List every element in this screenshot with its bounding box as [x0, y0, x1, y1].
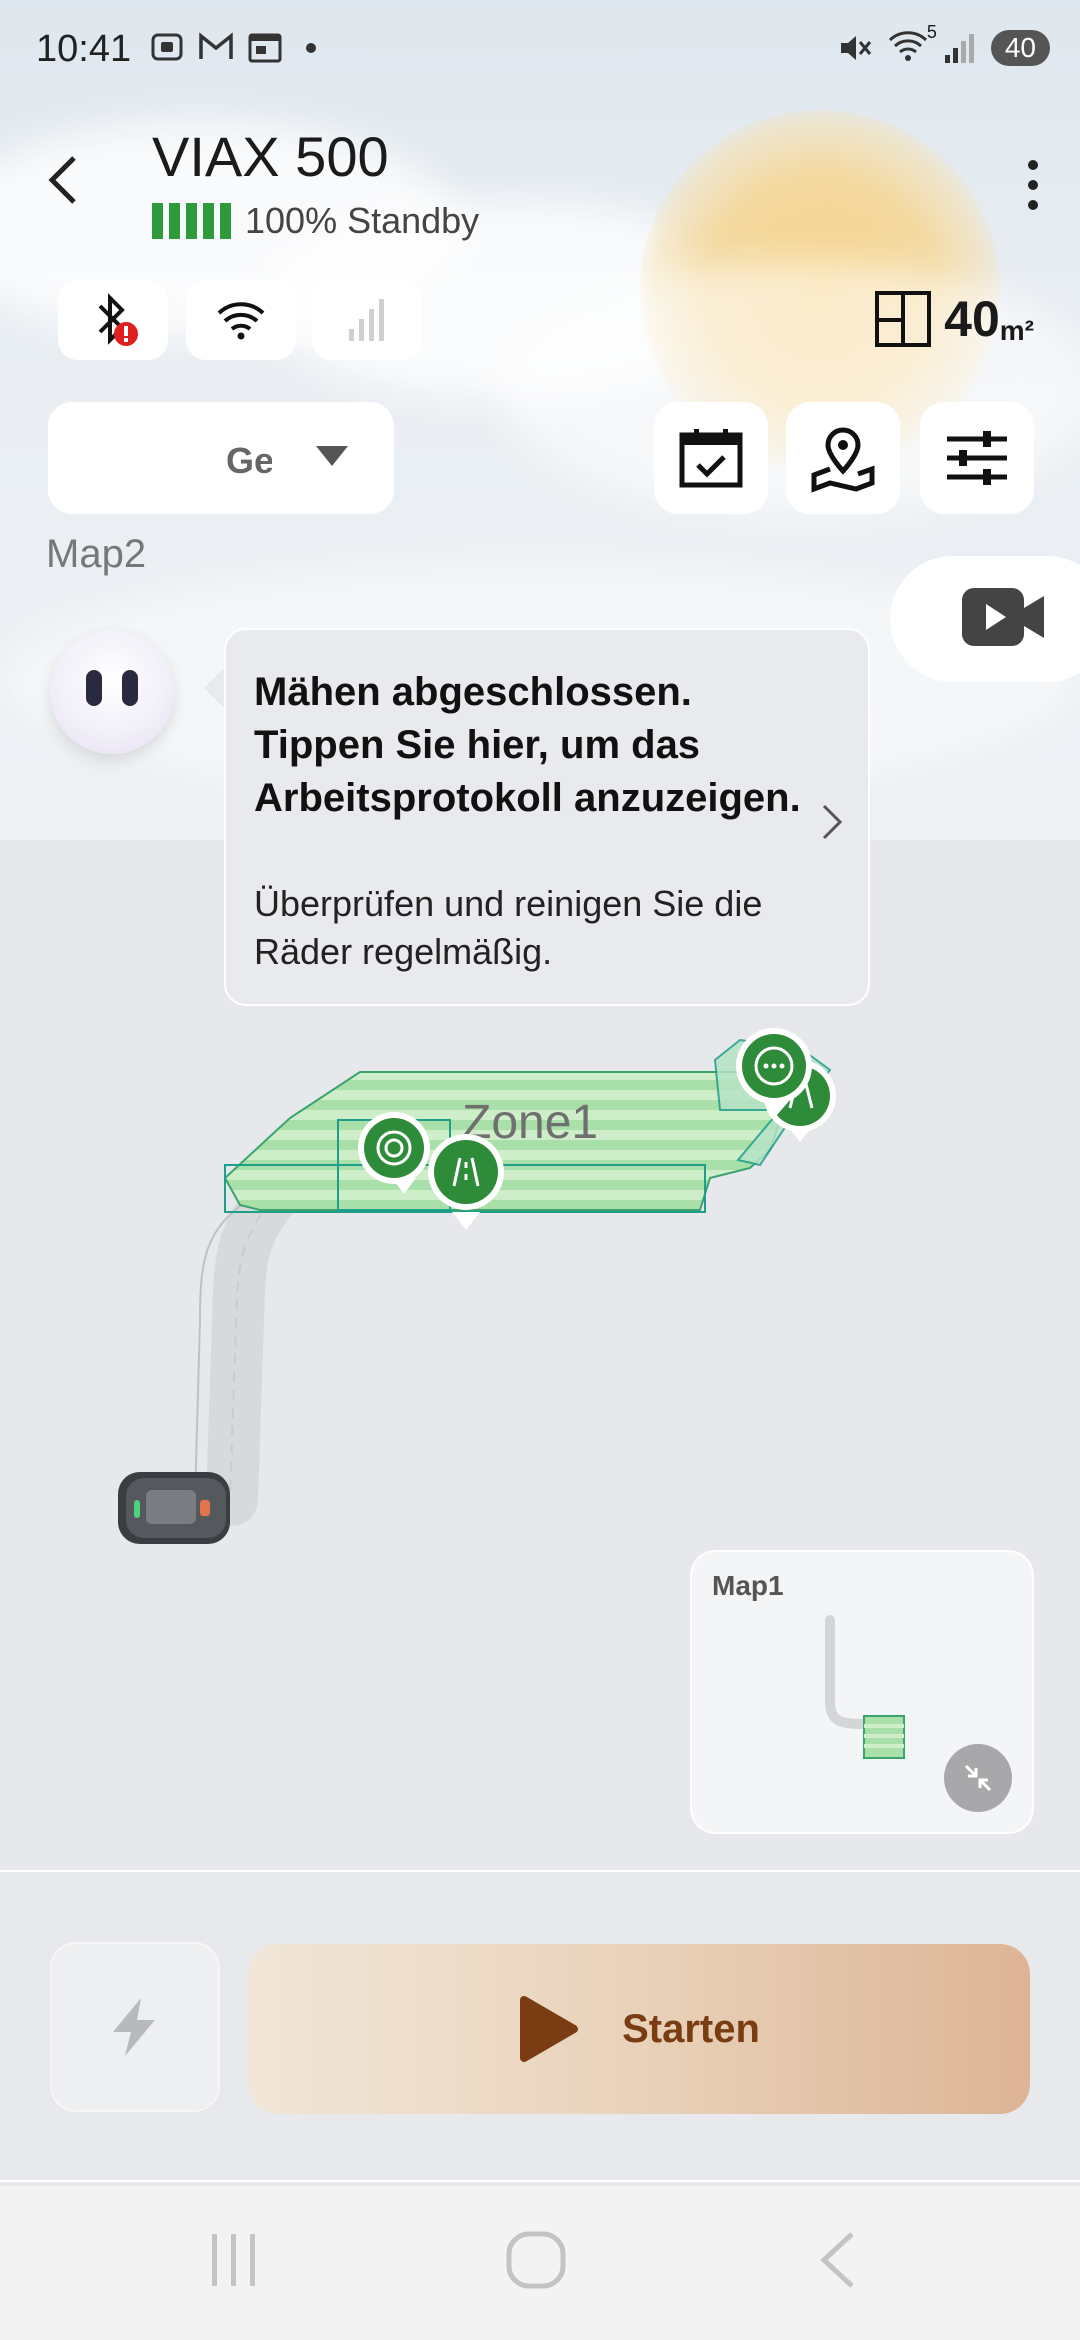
chevron-down-icon	[316, 446, 348, 466]
video-button[interactable]	[890, 556, 1080, 682]
collapse-icon	[964, 1764, 992, 1792]
return-to-charge-button[interactable]	[50, 1942, 220, 2112]
back-icon[interactable]	[40, 150, 90, 210]
status-bar: 10:41 5 40	[0, 0, 1080, 100]
area-icon	[875, 291, 932, 347]
mute-icon	[840, 35, 871, 60]
calendar-icon	[248, 33, 282, 63]
minimap-label: Map1	[712, 1570, 784, 1601]
lightning-icon	[113, 1998, 155, 2056]
start-button[interactable]: Starten	[248, 1944, 1030, 2114]
area-value: 40	[944, 291, 1000, 347]
recent-apps-icon[interactable]	[206, 2230, 262, 2290]
video-camera-icon	[962, 588, 1044, 646]
work-log-notification[interactable]: Mähen abgeschlossen. Tippen Sie hier, um…	[224, 628, 870, 1006]
battery-status-text: 100% Standby	[245, 200, 480, 241]
mode-dropdown[interactable]: Ges	[48, 402, 394, 514]
minimap-drawing	[825, 1615, 905, 1759]
map-button[interactable]	[786, 402, 900, 514]
battery-icon: 40	[990, 29, 1050, 66]
gmail-icon	[199, 32, 233, 59]
wifi-status[interactable]	[186, 280, 296, 360]
mowing-map[interactable]: Zone1	[0, 1000, 1080, 1600]
map-pin-icon	[811, 427, 875, 493]
area-unit: m²	[999, 315, 1034, 347]
bluetooth-icon	[98, 293, 138, 346]
bubble-pointer	[204, 666, 226, 710]
system-nav-bar	[0, 2186, 1080, 2340]
more-options-icon[interactable]	[1026, 155, 1040, 215]
mowed-area: 40m²	[874, 290, 1034, 348]
clock: 10:41	[36, 28, 132, 70]
schedule-icon	[679, 429, 743, 488]
home-icon[interactable]	[504, 2230, 568, 2290]
cellular-status[interactable]	[312, 280, 422, 360]
assistant-avatar	[50, 630, 174, 754]
chevron-right-icon	[822, 804, 843, 840]
dropdown-value: Ges	[226, 440, 272, 481]
bluetooth-status[interactable]	[58, 280, 168, 360]
screenshot-icon	[151, 33, 183, 61]
schedule-button[interactable]	[654, 402, 768, 514]
wifi-icon	[888, 31, 927, 61]
mower-icon[interactable]	[118, 1472, 230, 1544]
device-title: VIAX 500	[152, 125, 389, 188]
cellular-icon	[349, 299, 384, 341]
back-nav-icon[interactable]	[816, 2230, 860, 2290]
collapse-button[interactable]	[944, 1744, 1012, 1812]
bottom-action-panel: Starten	[0, 1870, 1080, 2182]
settings-sliders-icon	[947, 431, 1007, 485]
start-label: Starten	[622, 2006, 760, 2051]
map1-preview[interactable]: Map1	[690, 1550, 1034, 1834]
path-marker-1[interactable]	[428, 1134, 504, 1230]
wifi-icon	[217, 302, 265, 340]
signal-icon	[944, 33, 974, 63]
notification-title: Mähen abgeschlossen. Tippen Sie hier, um…	[254, 670, 801, 820]
device-battery: 100% Standby	[152, 200, 479, 242]
notification-subtitle: Überprüfen und reinigen Sie die Räder re…	[254, 883, 763, 972]
settings-button[interactable]	[920, 402, 1034, 514]
mower-path	[206, 1174, 296, 1526]
network-superscript: 5	[926, 22, 937, 42]
dot-icon	[306, 43, 316, 53]
current-map-name: Map2	[46, 532, 147, 576]
play-icon	[520, 1996, 579, 2062]
